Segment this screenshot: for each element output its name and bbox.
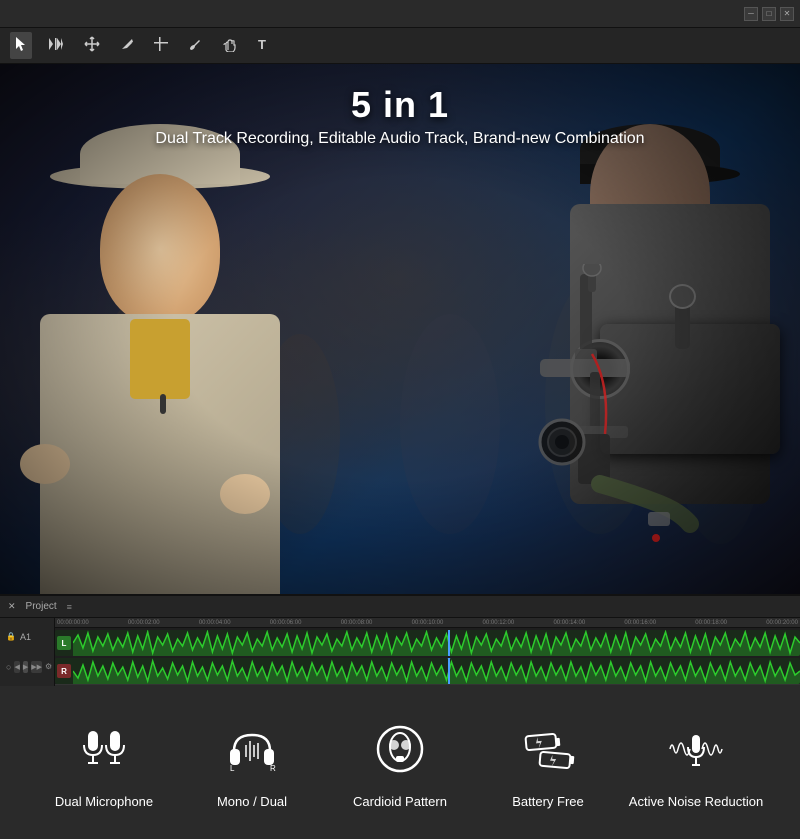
battery-free-icon-wrap xyxy=(513,714,583,784)
timeline-menu-icon[interactable]: ≡ xyxy=(67,602,72,612)
battery-free-label: Battery Free xyxy=(512,794,584,811)
collar xyxy=(130,319,190,399)
mono-dual-label: Mono / Dual xyxy=(217,794,287,811)
features-bar: Dual Microphone L R Mono / Du xyxy=(0,684,800,839)
brush-tool[interactable] xyxy=(184,33,206,58)
cardioid-label: Cardioid Pattern xyxy=(353,794,447,811)
track-back-button[interactable]: ◀ xyxy=(14,661,19,673)
maximize-button[interactable]: □ xyxy=(762,7,776,21)
minimize-button[interactable]: ─ xyxy=(744,7,758,21)
timeline-header: ✕ Project ≡ xyxy=(0,596,800,618)
hand-right xyxy=(220,474,270,514)
sub-title: Dual Track Recording, Editable Audio Tra… xyxy=(0,130,800,148)
hand-tool[interactable] xyxy=(218,32,240,59)
dual-microphone-label: Dual Microphone xyxy=(55,794,153,811)
video-area: 5 in 1 Dual Track Recording, Editable Au… xyxy=(0,64,800,594)
playhead-indicator xyxy=(443,658,455,660)
track-label-a1: 🔒 A1 xyxy=(6,632,48,642)
timeline-area: ✕ Project ≡ 🔒 A1 ○ ◀ ▶ ▶▶ ⚙ 00:00:00:0 xyxy=(0,594,800,684)
feature-battery-free: Battery Free xyxy=(474,714,622,811)
track-controls: ○ ◀ ▶ ▶▶ ⚙ xyxy=(6,661,48,673)
track-labels: 🔒 A1 ○ ◀ ▶ ▶▶ ⚙ xyxy=(0,618,55,686)
track-play-button[interactable]: ▶ xyxy=(23,661,28,673)
project-label: Project xyxy=(26,601,57,612)
track-l: L // We'll use inline SVG pat xyxy=(55,630,800,656)
text-tool[interactable]: T xyxy=(252,33,274,58)
svg-text:R: R xyxy=(270,764,276,773)
timeline-tracks-area: 00:00:00:0000:00:02:0000:00:04:0000:00:0… xyxy=(55,618,800,686)
window-controls: ─ □ ✕ xyxy=(744,7,794,21)
track-l-badge: L xyxy=(57,636,71,650)
feature-noise-reduction: Active Noise Reduction xyxy=(622,714,770,811)
track-volume-icon: ○ xyxy=(6,662,11,672)
cardioid-icon-wrap xyxy=(365,714,435,784)
lock-icon: 🔒 xyxy=(6,632,16,641)
noise-reduction-icon xyxy=(666,719,726,779)
track-r-badge: R xyxy=(57,664,71,678)
playhead-r xyxy=(448,658,450,684)
ripple-tool[interactable] xyxy=(44,33,68,58)
main-title: 5 in 1 xyxy=(0,84,800,126)
feature-dual-microphone: Dual Microphone xyxy=(30,714,178,811)
close-button[interactable]: ✕ xyxy=(780,7,794,21)
playhead-l xyxy=(448,630,450,656)
noise-reduction-label: Active Noise Reduction xyxy=(629,794,763,811)
title-bar: ─ □ ✕ xyxy=(0,0,800,28)
audio-tracks: L // We'll use inline SVG pat xyxy=(55,628,800,686)
waveform-l-svg: // We'll use inline SVG paths drawn manu… xyxy=(73,630,800,656)
cardioid-icon xyxy=(370,719,430,779)
track-name: A1 xyxy=(20,632,31,642)
toolbar: T xyxy=(0,28,800,64)
waveform-r-svg xyxy=(73,658,800,684)
timeline-content: 🔒 A1 ○ ◀ ▶ ▶▶ ⚙ 00:00:00:0000:00:02:0000… xyxy=(0,618,800,686)
timeline-ruler: 00:00:00:0000:00:02:0000:00:04:0000:00:0… xyxy=(55,618,800,628)
face xyxy=(100,174,220,324)
trim-tool[interactable] xyxy=(150,33,172,58)
hand-left xyxy=(20,444,70,484)
lapel-microphone xyxy=(160,394,166,414)
svg-text:T: T xyxy=(258,37,266,51)
dual-microphone-icon xyxy=(74,719,134,779)
svg-text:L: L xyxy=(230,764,235,773)
feature-mono-dual: L R Mono / Dual xyxy=(178,714,326,811)
mono-dual-icon-wrap: L R xyxy=(217,714,287,784)
close-project-icon[interactable]: ✕ xyxy=(8,601,16,612)
track-options-icon: ⚙ xyxy=(45,662,52,671)
gimbal-svg xyxy=(460,264,740,564)
battery-free-icon xyxy=(518,719,578,779)
track-r: R xyxy=(55,658,800,684)
woman-figure xyxy=(20,124,310,584)
pen-tool[interactable] xyxy=(116,33,138,58)
dual-microphone-icon-wrap xyxy=(69,714,139,784)
track-forward-button[interactable]: ▶▶ xyxy=(31,661,42,673)
move-tool[interactable] xyxy=(80,32,104,59)
noise-reduction-icon-wrap xyxy=(661,714,731,784)
feature-cardioid: Cardioid Pattern xyxy=(326,714,474,811)
video-title-overlay: 5 in 1 Dual Track Recording, Editable Au… xyxy=(0,84,800,148)
mono-dual-icon: L R xyxy=(222,719,282,779)
select-tool[interactable] xyxy=(10,32,32,59)
